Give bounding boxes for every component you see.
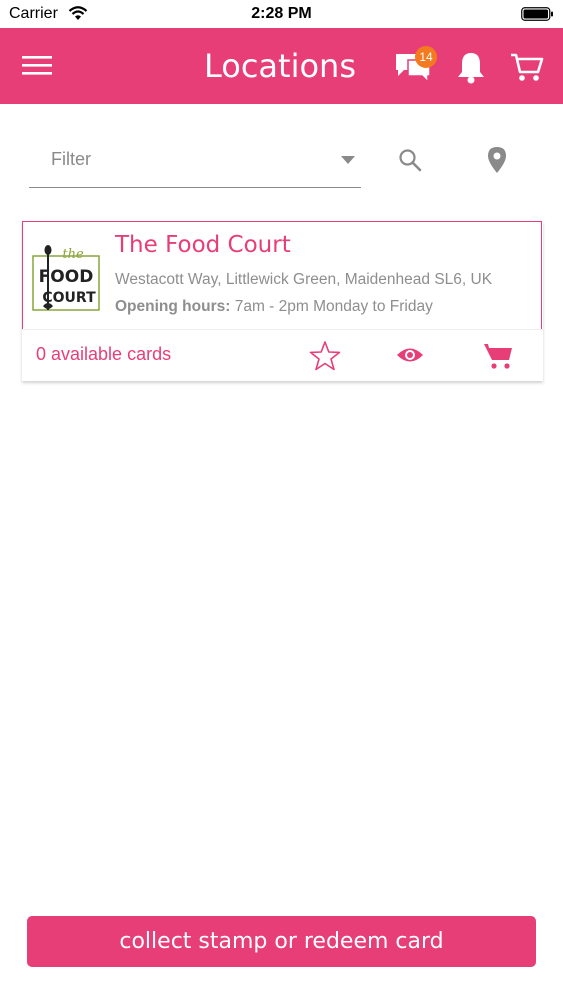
bell-icon[interactable] xyxy=(456,50,486,84)
add-to-cart-icon[interactable] xyxy=(483,341,513,371)
location-name: The Food Court xyxy=(115,232,291,258)
opening-hours-value: 7am - 2pm Monday to Friday xyxy=(234,298,433,315)
opening-hours-label: Opening hours: xyxy=(115,298,231,315)
star-icon[interactable] xyxy=(309,340,341,372)
opening-hours: Opening hours: 7am - 2pm Monday to Frida… xyxy=(115,298,433,316)
search-icon[interactable] xyxy=(398,148,422,172)
location-pin-icon[interactable] xyxy=(487,146,507,174)
svg-text:the: the xyxy=(62,247,84,262)
location-card-details[interactable]: the FOOD COURT The Food Court Westacott … xyxy=(22,221,542,329)
eye-icon[interactable] xyxy=(396,344,424,366)
nav-bar: Locations 14 xyxy=(0,28,563,104)
filter-dropdown[interactable]: Filter xyxy=(29,136,361,188)
status-bar: Carrier 2:28 PM xyxy=(0,0,563,28)
caret-down-icon xyxy=(341,156,355,164)
location-address: Westacott Way, Littlewick Green, Maidenh… xyxy=(115,271,493,288)
clock-time: 2:28 PM xyxy=(251,5,312,22)
filter-placeholder: Filter xyxy=(51,149,91,169)
available-cards-link[interactable]: 0 available cards xyxy=(36,344,171,365)
location-card-actions: 0 available cards xyxy=(22,329,543,379)
hamburger-icon[interactable] xyxy=(22,54,54,78)
page-title: Locations xyxy=(203,47,356,85)
svg-text:FOOD: FOOD xyxy=(39,267,94,287)
chat-badge-count: 14 xyxy=(415,46,437,68)
collect-stamp-button[interactable]: collect stamp or redeem card xyxy=(27,916,536,967)
battery-icon xyxy=(521,7,553,21)
food-court-logo: the FOOD COURT xyxy=(32,245,100,311)
cart-icon[interactable] xyxy=(510,50,544,84)
location-card: the FOOD COURT The Food Court Westacott … xyxy=(22,221,543,381)
svg-text:COURT: COURT xyxy=(42,290,96,306)
